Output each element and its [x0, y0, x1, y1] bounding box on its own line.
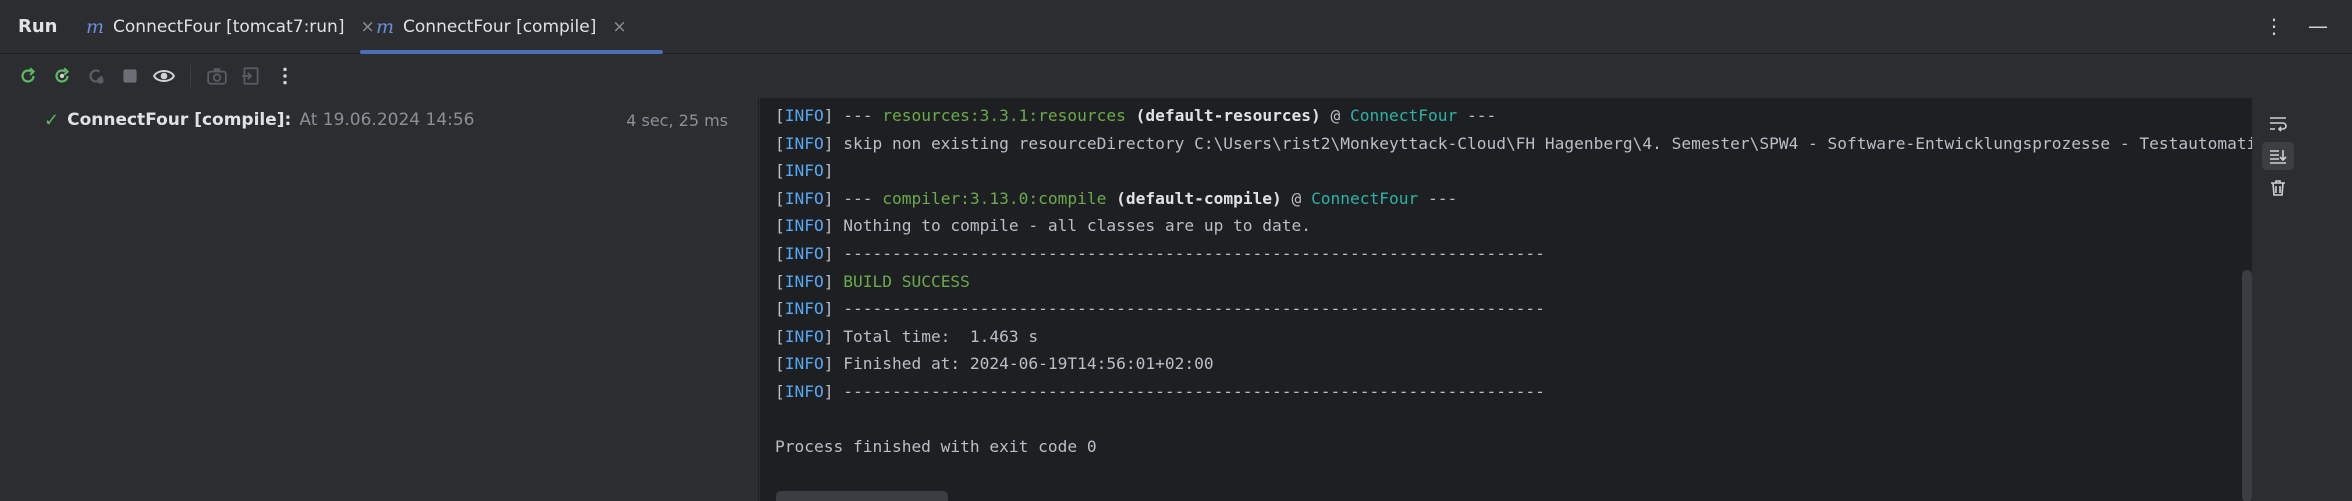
console-line: [INFO] --- compiler:3.13.0:compile (defa… [775, 188, 1458, 208]
export-icon [239, 64, 263, 88]
console-line: [INFO] ---------------------------------… [775, 243, 1545, 263]
header-actions: ⋮ — [2264, 14, 2328, 38]
scroll-to-end-icon[interactable] [2262, 142, 2294, 170]
run-tool-window-header: Run m ConnectFour [tomcat7:run] × m Conn… [0, 0, 2352, 54]
rerun-failed-icon[interactable] [50, 64, 74, 88]
tab-label: ConnectFour [compile] [403, 17, 597, 37]
run-tree-item[interactable]: ✓ ConnectFour [compile]: At 19.06.2024 1… [44, 106, 744, 134]
more-options-icon[interactable]: ⋮ [2264, 14, 2284, 38]
success-check-icon: ✓ [44, 109, 60, 131]
console-line: [INFO] BUILD SUCCESS [775, 271, 970, 291]
toolbar-separator [190, 65, 191, 87]
console-line: [INFO] skip non existing resourceDirecto… [775, 133, 2252, 153]
horizontal-scrollbar[interactable] [776, 491, 948, 501]
vertical-scrollbar[interactable] [2242, 270, 2252, 501]
tab-label: ConnectFour [tomcat7:run] [113, 17, 345, 37]
task-duration: 4 sec, 25 ms [626, 110, 728, 130]
console-line: [INFO] --- resources:3.3.1:resources (de… [775, 106, 1497, 125]
task-name: ConnectFour [compile]: [67, 110, 292, 130]
minimize-icon[interactable]: — [2308, 14, 2328, 38]
run-toolbar [0, 54, 2352, 98]
tool-window-title: Run [18, 16, 58, 37]
tab-compile[interactable]: m ConnectFour [compile] × [360, 0, 663, 54]
exit-message: Process finished with exit code 0 [775, 437, 1097, 457]
close-icon[interactable]: × [612, 17, 626, 37]
close-icon[interactable]: × [360, 17, 374, 37]
console-line: [INFO] ---------------------------------… [775, 381, 1545, 401]
maven-icon: m [86, 16, 105, 38]
camera-icon [205, 64, 229, 88]
more-icon[interactable] [273, 64, 297, 88]
eye-icon[interactable] [152, 64, 176, 88]
console-lines: [INFO] --- resources:3.3.1:resources (de… [775, 102, 2252, 461]
soft-wrap-icon[interactable] [2262, 110, 2294, 138]
console-line: [INFO] Total time: 1.463 s [775, 326, 1039, 346]
rerun-icon[interactable] [16, 64, 40, 88]
console-output[interactable]: [INFO] --- resources:3.3.1:resources (de… [760, 98, 2252, 501]
console-line: [INFO] Finished at: 2024-06-19T14:56:01+… [775, 354, 1214, 374]
console-side-toolbar [2252, 98, 2352, 501]
build-success: BUILD SUCCESS [843, 271, 970, 291]
task-timestamp: At 19.06.2024 14:56 [299, 110, 475, 130]
rerun-tests-icon [84, 64, 108, 88]
console-line: [INFO] Nothing to compile - all classes … [775, 216, 1312, 236]
trash-icon[interactable] [2262, 174, 2294, 202]
tab-tomcat7-run[interactable]: m ConnectFour [tomcat7:run] × [86, 0, 375, 54]
stop-icon [118, 64, 142, 88]
run-tree-panel: ✓ ConnectFour [compile]: At 19.06.2024 1… [0, 98, 759, 501]
console-line: [INFO] [775, 161, 834, 181]
maven-icon: m [376, 16, 395, 38]
console-line: [INFO] ---------------------------------… [775, 299, 1545, 319]
